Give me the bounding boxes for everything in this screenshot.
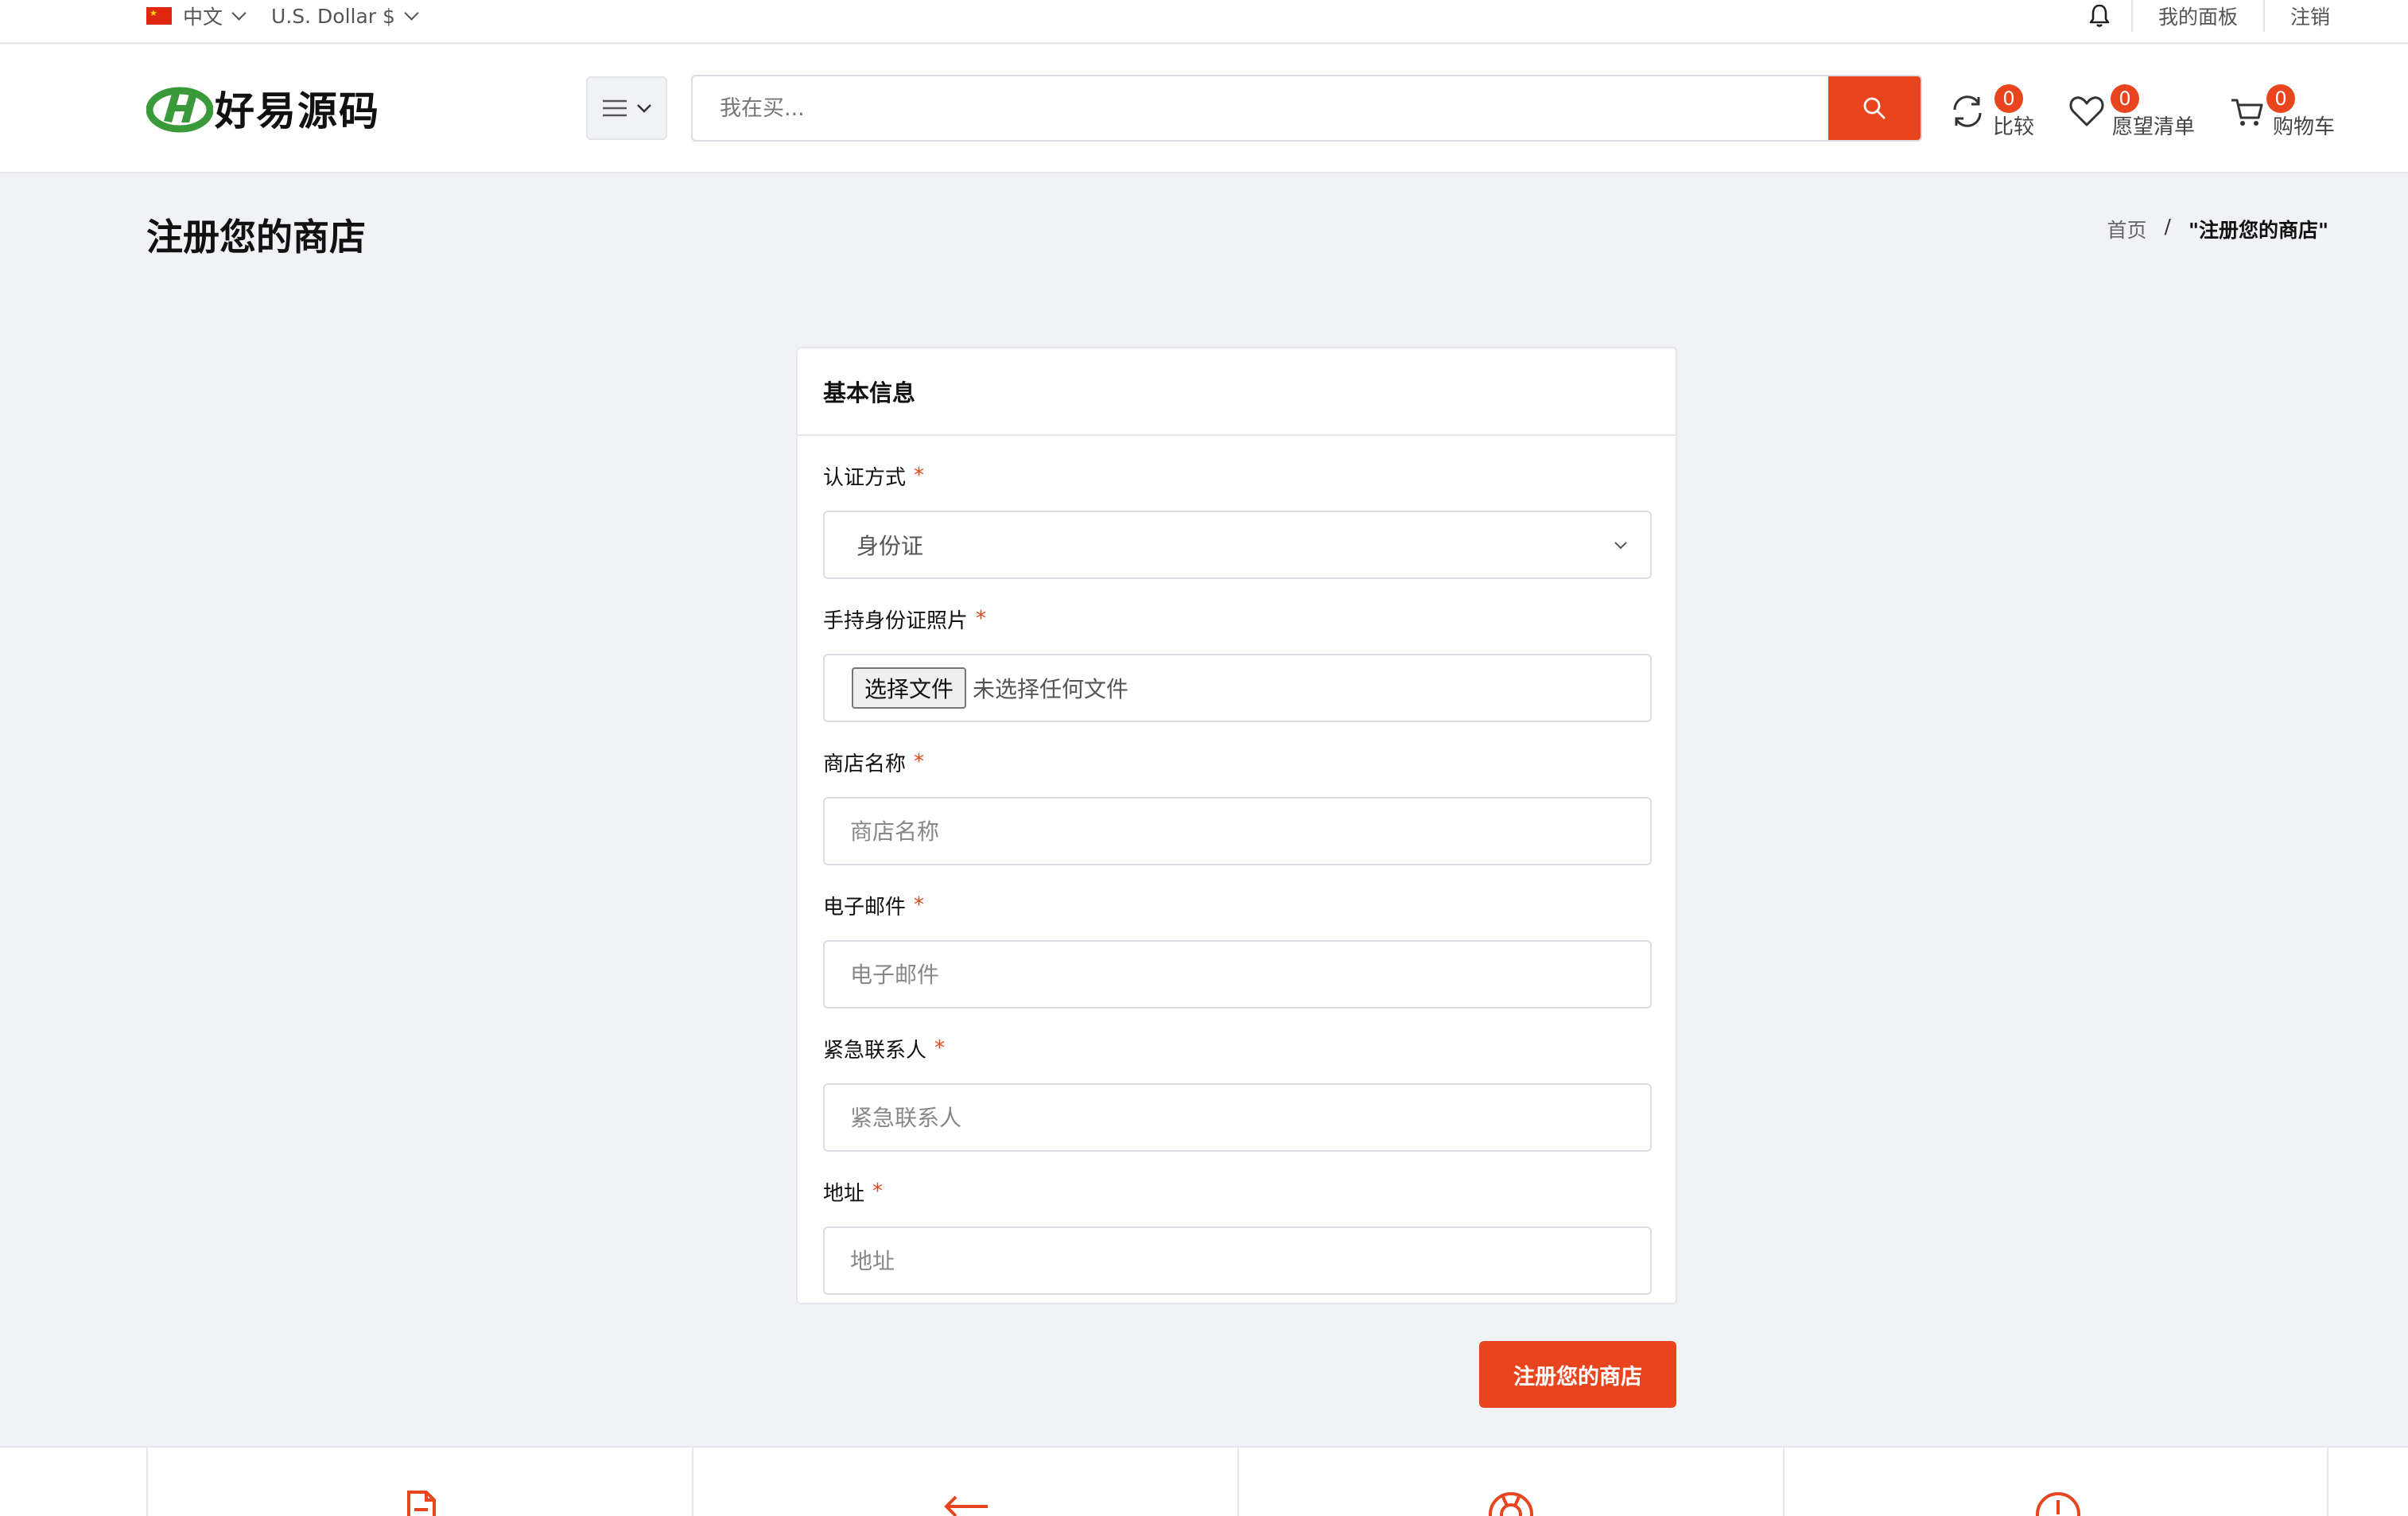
logo-mark-icon xyxy=(146,87,213,133)
cart-count-badge: 0 xyxy=(2266,84,2296,113)
chevron-down-icon xyxy=(404,5,419,21)
cart-button[interactable]: 0 购物车 xyxy=(2227,83,2335,146)
bell-icon xyxy=(2089,4,2110,27)
emergency-contact-field: 紧急联系人 * xyxy=(823,1032,1652,1152)
chevron-down-icon xyxy=(1614,542,1627,550)
breadcrumb-separator: / xyxy=(2164,215,2171,238)
language-label: 中文 xyxy=(183,6,223,29)
logout-link[interactable]: 注销 xyxy=(2265,2,2330,30)
shop-name-field: 商店名称 * xyxy=(823,746,1652,865)
emergency-contact-label: 紧急联系人 xyxy=(823,1038,927,1063)
auth-method-select[interactable]: 身份证 xyxy=(823,511,1652,579)
id-photo-file-input: 选择文件 未选择任何文件 xyxy=(823,654,1652,722)
feature-item xyxy=(692,1448,1237,1516)
shop-name-label: 商店名称 xyxy=(823,752,907,776)
email-input[interactable] xyxy=(825,942,1650,1007)
field-label: 地址 * xyxy=(823,1176,1650,1207)
required-mark: * xyxy=(914,893,925,917)
wishlist-count-badge: 0 xyxy=(2111,84,2140,113)
compare-label: 比较 xyxy=(1993,115,2035,139)
feature-strip xyxy=(0,1446,2408,1516)
page-title: 注册您的商店 xyxy=(146,216,366,258)
emergency-contact-control xyxy=(823,1083,1652,1152)
chevron-down-icon xyxy=(231,5,247,21)
site-logo[interactable]: 好易源码 xyxy=(146,80,380,137)
compare-count-badge: 0 xyxy=(1994,84,2023,113)
address-input[interactable] xyxy=(825,1228,1650,1293)
breadcrumb-current: "注册您的商店" xyxy=(2188,219,2328,242)
address-field: 地址 * xyxy=(823,1176,1652,1295)
wishlist-label: 愿望清单 xyxy=(2112,115,2196,139)
feature-item xyxy=(1783,1448,2328,1516)
menu-icon xyxy=(603,99,627,117)
notification-button[interactable] xyxy=(2076,4,2123,28)
shop-name-control xyxy=(823,797,1652,865)
required-mark: * xyxy=(976,607,987,631)
top-bar-left: 中文 U.S. Dollar $ xyxy=(146,0,419,32)
card-body: 认证方式 * 身份证 手持身份证照片 * 选择文件 未选择任何文件 商店名称 *… xyxy=(798,436,1676,1295)
cart-label: 购物车 xyxy=(2273,115,2336,139)
field-label: 商店名称 * xyxy=(823,746,1650,778)
compare-icon xyxy=(1953,95,1982,127)
id-photo-label: 手持身份证照片 xyxy=(823,608,969,633)
card-header: 基本信息 xyxy=(798,348,1676,436)
shop-name-input[interactable] xyxy=(825,799,1650,864)
top-bar-right: 我的面板 注销 xyxy=(2076,0,2330,32)
search-icon xyxy=(1863,97,1886,119)
id-photo-field: 手持身份证照片 * 选择文件 未选择任何文件 xyxy=(823,603,1652,722)
field-label: 认证方式 * xyxy=(823,460,1650,492)
compare-button[interactable]: 0 比较 xyxy=(1947,83,2034,146)
dashboard-link[interactable]: 我的面板 xyxy=(2133,2,2263,30)
wishlist-button[interactable]: 0 愿望清单 xyxy=(2066,83,2195,146)
breadcrumb: 首页 / "注册您的商店" xyxy=(2107,215,2328,243)
register-shop-button[interactable]: 注册您的商店 xyxy=(1479,1341,1676,1408)
heart-icon xyxy=(2069,96,2104,126)
basic-info-card: 基本信息 认证方式 * 身份证 手持身份证照片 * 选择文件 未选择任何文件 商… xyxy=(796,347,1677,1304)
card-title: 基本信息 xyxy=(823,379,916,406)
main-header: 好易源码 我在买... 0 比较 0 愿望清单 0 购物车 xyxy=(0,45,2408,173)
chevron-down-icon xyxy=(637,104,651,113)
document-icon xyxy=(407,1491,436,1516)
email-control xyxy=(823,940,1652,1009)
search-input[interactable] xyxy=(693,76,1828,140)
search-button[interactable] xyxy=(1828,76,1921,140)
header-actions: 0 比较 0 愿望清单 0 购物车 xyxy=(1947,83,2335,146)
currency-selector[interactable]: U.S. Dollar $ xyxy=(271,4,419,28)
address-control xyxy=(823,1226,1652,1295)
email-field: 电子邮件 * xyxy=(823,889,1652,1009)
required-mark: * xyxy=(914,464,925,488)
file-status-text: 未选择任何文件 xyxy=(973,676,1129,702)
required-mark: * xyxy=(872,1180,884,1203)
clock-icon xyxy=(2036,1492,2080,1516)
feature-item xyxy=(1237,1448,1783,1516)
field-label: 紧急联系人 * xyxy=(823,1032,1650,1064)
support-icon xyxy=(1489,1492,1533,1516)
return-icon xyxy=(944,1495,988,1516)
choose-file-button[interactable]: 选择文件 xyxy=(852,667,967,709)
required-mark: * xyxy=(934,1036,946,1060)
emergency-contact-input[interactable] xyxy=(825,1085,1650,1150)
email-label: 电子邮件 xyxy=(823,895,907,919)
field-label: 手持身份证照片 * xyxy=(823,603,1650,635)
category-menu-button[interactable] xyxy=(586,76,667,140)
breadcrumb-home-link[interactable]: 首页 xyxy=(2107,215,2146,243)
language-selector[interactable]: 中文 xyxy=(146,2,247,30)
auth-method-field: 认证方式 * 身份证 xyxy=(823,460,1652,579)
field-label: 电子邮件 * xyxy=(823,889,1650,921)
logo-text: 好易源码 xyxy=(215,88,380,134)
address-label: 地址 xyxy=(823,1181,865,1206)
feature-item xyxy=(146,1448,692,1516)
cart-icon xyxy=(2231,99,2263,126)
currency-label: U.S. Dollar $ xyxy=(271,4,395,28)
auth-method-value: 身份证 xyxy=(856,533,924,559)
auth-method-label: 认证方式 xyxy=(823,465,907,490)
top-bar: 中文 U.S. Dollar $ 我的面板 注销 xyxy=(0,0,2408,44)
required-mark: * xyxy=(914,750,925,774)
search-bar xyxy=(691,75,1922,142)
china-flag-icon xyxy=(146,7,172,25)
